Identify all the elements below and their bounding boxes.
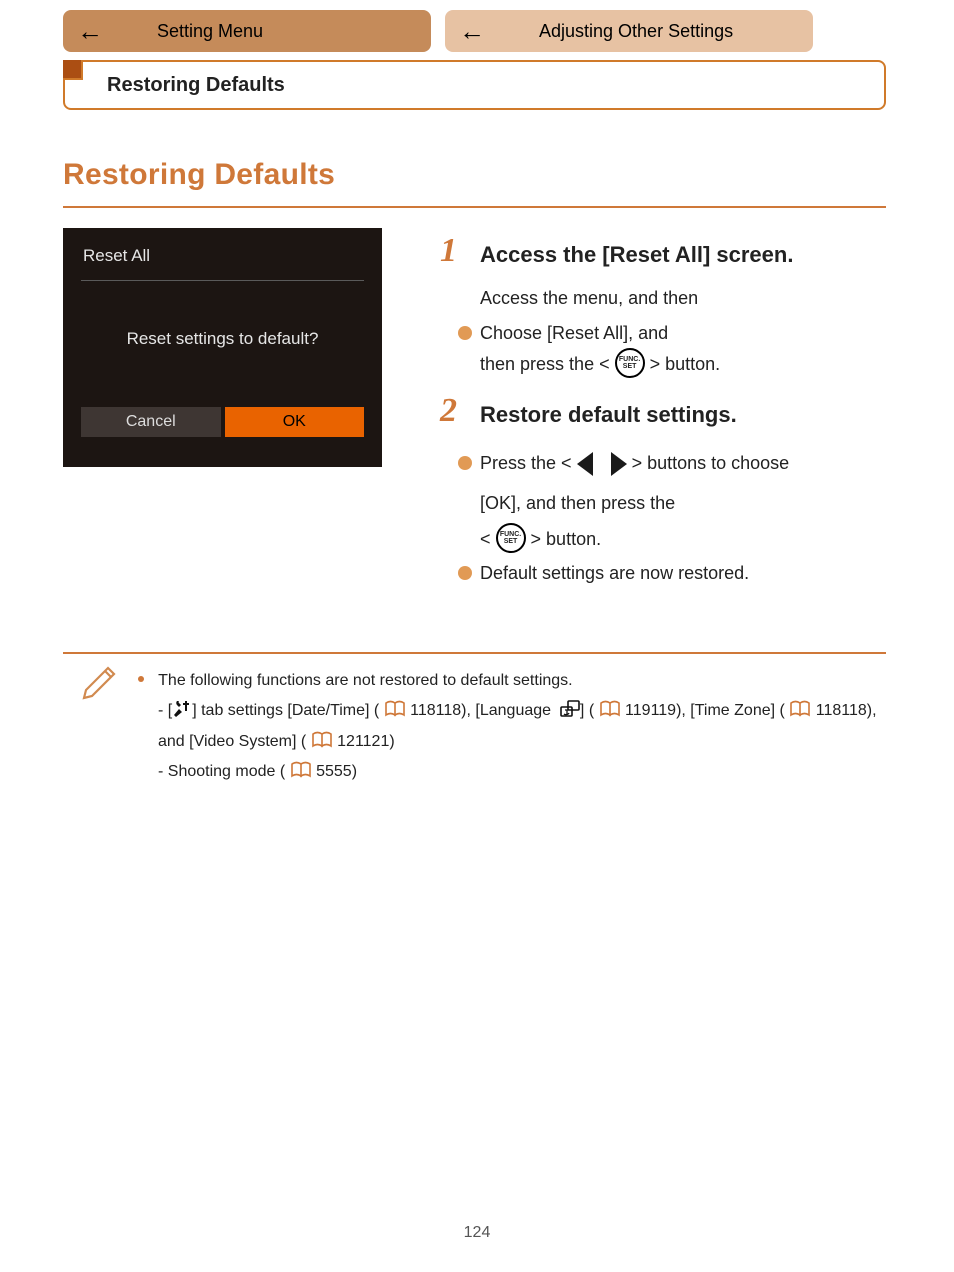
back-arrow-icon: ←: [459, 18, 485, 44]
text-fragment: <: [480, 529, 496, 549]
step1-bullet-line2: then press the < FUNC.SET > button.: [480, 350, 720, 380]
text-fragment: Press the <: [480, 453, 572, 473]
page-ref[interactable]: 121: [337, 733, 363, 750]
step1-intro-line: Access the menu, and then: [480, 285, 698, 312]
lcd-title: Reset All: [81, 246, 364, 281]
book-ref-icon: [311, 731, 333, 749]
divider: [63, 206, 886, 208]
func-set-icon: FUNC.SET: [496, 523, 526, 553]
page-ref[interactable]: 55: [316, 763, 334, 780]
book-ref-icon: [290, 761, 312, 779]
page-ref[interactable]: 118: [410, 702, 436, 719]
note-line-1: - [] tab settings [Date/Time] ( 118118),…: [158, 696, 886, 757]
note-line-2: - Shooting mode ( 5555): [158, 757, 886, 787]
page-number: 124: [464, 1224, 491, 1242]
text-fragment: 55): [334, 763, 357, 780]
text-fragment: ] tab settings [Date/Time] (: [192, 702, 379, 719]
text-fragment: > buttons to choose: [632, 453, 790, 473]
divider: [63, 652, 886, 654]
lcd-question: Reset settings to default?: [81, 329, 364, 349]
bullet-icon: [458, 456, 472, 470]
step-number-2: 2: [440, 392, 457, 430]
text-fragment: - Shooting mode (: [158, 763, 285, 780]
page-heading: Restoring Defaults: [63, 158, 335, 192]
tools-tab-icon: [172, 699, 192, 719]
page-ref[interactable]: 118: [816, 702, 842, 719]
text-fragment: 121): [363, 733, 395, 750]
book-ref-icon: [599, 700, 621, 718]
right-arrow-icon: [611, 452, 627, 476]
camera-lcd-mock: Reset All Reset settings to default? Can…: [63, 228, 382, 467]
text-fragment: > button.: [650, 354, 721, 374]
breadcrumb: ← Setting Menu ← Adjusting Other Setting…: [63, 10, 813, 52]
notes-intro: The following functions are not restored…: [158, 672, 572, 689]
lcd-button-row: Cancel OK: [81, 407, 364, 437]
step-number-1: 1: [440, 232, 457, 270]
step2-bullet1-line3: < FUNC.SET > button.: [480, 525, 601, 555]
step2-bullet1-line1: Press the < >< > buttons to choose: [480, 450, 789, 477]
book-ref-icon: [384, 700, 406, 718]
crumb-adjusting-other[interactable]: ← Adjusting Other Settings: [445, 10, 813, 52]
section-tab-decor: [63, 60, 83, 80]
step1-bullet-line1: Choose [Reset All], and: [480, 320, 668, 347]
notes-block: The following functions are not restored…: [138, 666, 886, 788]
text-fragment: [OK], and then press the: [480, 493, 675, 513]
page-ref[interactable]: 119: [625, 702, 651, 719]
book-ref-icon: [789, 700, 811, 718]
lcd-cancel-button: Cancel: [81, 407, 221, 437]
text-fragment: 118), [Language: [436, 702, 551, 719]
crumb-label: Adjusting Other Settings: [539, 21, 733, 42]
text-fragment: 119), [Time Zone] (: [651, 702, 785, 719]
pencil-note-icon: [78, 664, 118, 704]
text-fragment: then press the <: [480, 354, 610, 374]
section-bar-title: Restoring Defaults: [107, 74, 285, 97]
bullet-icon: [458, 326, 472, 340]
step2-bullet1-line2: [OK], and then press the: [480, 490, 675, 517]
func-set-icon: FUNC.SET: [615, 348, 645, 378]
crumb-setting-menu[interactable]: ← Setting Menu: [63, 10, 431, 52]
step-title-1: Access the [Reset All] screen.: [480, 242, 793, 268]
crumb-label: Setting Menu: [157, 21, 263, 42]
text-fragment: > button.: [531, 529, 602, 549]
step2-bullet2: Default settings are now restored.: [480, 560, 749, 587]
text-fragment: Choose [Reset All], and: [480, 323, 668, 343]
note-bullet-icon: [138, 676, 144, 682]
lcd-ok-button: OK: [225, 407, 365, 437]
step-title-2: Restore default settings.: [480, 402, 737, 428]
text-fragment: ] (: [580, 702, 594, 719]
left-arrow-icon: [577, 452, 593, 476]
section-bar: Restoring Defaults: [63, 60, 886, 110]
text-fragment: - [: [158, 702, 172, 719]
language-icon: [560, 699, 580, 719]
back-arrow-icon: ←: [77, 18, 103, 44]
bullet-icon: [458, 566, 472, 580]
